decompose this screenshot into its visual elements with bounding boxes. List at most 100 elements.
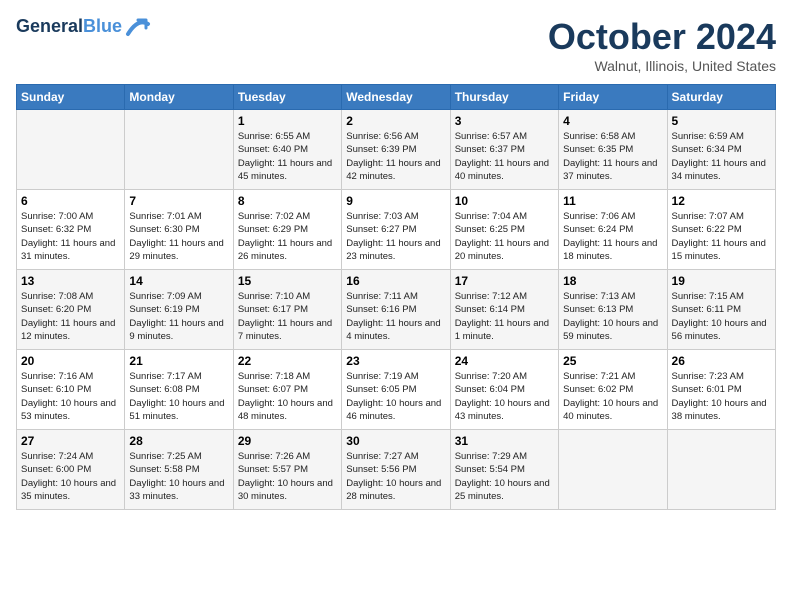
day-number: 9 — [346, 194, 445, 208]
logo: GeneralBlue — [16, 16, 152, 38]
day-info: Sunrise: 7:04 AM Sunset: 6:25 PM Dayligh… — [455, 210, 554, 263]
calendar-cell: 30 Sunrise: 7:27 AM Sunset: 5:56 PM Dayli… — [342, 430, 450, 510]
calendar-cell: 17 Sunrise: 7:12 AM Sunset: 6:14 PM Dayli… — [450, 270, 558, 350]
calendar-cell: 20Sunrise: 7:16 AM Sunset: 6:10 PM Dayli… — [17, 350, 125, 430]
day-number: 30 — [346, 434, 445, 448]
logo-icon — [124, 16, 152, 38]
day-info: Sunrise: 7:11 AM Sunset: 6:16 PM Dayligh… — [346, 290, 445, 343]
calendar-cell: 28 Sunrise: 7:25 AM Sunset: 5:58 PM Dayli… — [125, 430, 233, 510]
day-number: 23 — [346, 354, 445, 368]
day-info: Sunrise: 6:55 AM Sunset: 6:40 PM Dayligh… — [238, 130, 337, 183]
calendar-cell: 5 Sunrise: 6:59 AM Sunset: 6:34 PM Daylig… — [667, 110, 775, 190]
day-number: 25 — [563, 354, 662, 368]
day-number: 5 — [672, 114, 771, 128]
day-number: 17 — [455, 274, 554, 288]
calendar-cell: 2 Sunrise: 6:56 AM Sunset: 6:39 PM Daylig… — [342, 110, 450, 190]
day-number: 24 — [455, 354, 554, 368]
calendar-cell: 31Sunrise: 7:29 AM Sunset: 5:54 PM Dayli… — [450, 430, 558, 510]
day-number: 14 — [129, 274, 228, 288]
weekday-header: Thursday — [450, 85, 558, 110]
calendar-cell — [17, 110, 125, 190]
day-info: Sunrise: 7:10 AM Sunset: 6:17 PM Dayligh… — [238, 290, 337, 343]
day-info: Sunrise: 6:58 AM Sunset: 6:35 PM Dayligh… — [563, 130, 662, 183]
day-number: 12 — [672, 194, 771, 208]
month-title: October 2024 — [548, 16, 776, 58]
calendar-table: SundayMondayTuesdayWednesdayThursdayFrid… — [16, 84, 776, 510]
calendar-week-row: 1 Sunrise: 6:55 AM Sunset: 6:40 PM Daylig… — [17, 110, 776, 190]
day-number: 8 — [238, 194, 337, 208]
calendar-cell: 15 Sunrise: 7:10 AM Sunset: 6:17 PM Dayli… — [233, 270, 341, 350]
weekday-header: Saturday — [667, 85, 775, 110]
day-info: Sunrise: 7:23 AM Sunset: 6:01 PM Dayligh… — [672, 370, 771, 423]
day-info: Sunrise: 7:00 AM Sunset: 6:32 PM Dayligh… — [21, 210, 120, 263]
day-number: 20 — [21, 354, 120, 368]
day-info: Sunrise: 7:24 AM Sunset: 6:00 PM Dayligh… — [21, 450, 120, 503]
weekday-header: Friday — [559, 85, 667, 110]
location: Walnut, Illinois, United States — [548, 58, 776, 74]
calendar-cell: 3 Sunrise: 6:57 AM Sunset: 6:37 PM Daylig… — [450, 110, 558, 190]
calendar-week-row: 13Sunrise: 7:08 AM Sunset: 6:20 PM Dayli… — [17, 270, 776, 350]
day-info: Sunrise: 7:09 AM Sunset: 6:19 PM Dayligh… — [129, 290, 228, 343]
day-info: Sunrise: 7:02 AM Sunset: 6:29 PM Dayligh… — [238, 210, 337, 263]
day-info: Sunrise: 7:26 AM Sunset: 5:57 PM Dayligh… — [238, 450, 337, 503]
day-info: Sunrise: 7:19 AM Sunset: 6:05 PM Dayligh… — [346, 370, 445, 423]
day-info: Sunrise: 6:56 AM Sunset: 6:39 PM Dayligh… — [346, 130, 445, 183]
day-info: Sunrise: 6:57 AM Sunset: 6:37 PM Dayligh… — [455, 130, 554, 183]
day-info: Sunrise: 6:59 AM Sunset: 6:34 PM Dayligh… — [672, 130, 771, 183]
logo-text: GeneralBlue — [16, 17, 122, 37]
day-info: Sunrise: 7:18 AM Sunset: 6:07 PM Dayligh… — [238, 370, 337, 423]
day-number: 18 — [563, 274, 662, 288]
calendar-cell: 12 Sunrise: 7:07 AM Sunset: 6:22 PM Dayli… — [667, 190, 775, 270]
calendar-cell — [559, 430, 667, 510]
calendar-cell: 24 Sunrise: 7:20 AM Sunset: 6:04 PM Dayli… — [450, 350, 558, 430]
calendar-header-row: SundayMondayTuesdayWednesdayThursdayFrid… — [17, 85, 776, 110]
calendar-cell: 8 Sunrise: 7:02 AM Sunset: 6:29 PM Daylig… — [233, 190, 341, 270]
calendar-week-row: 27 Sunrise: 7:24 AM Sunset: 6:00 PM Dayli… — [17, 430, 776, 510]
day-number: 2 — [346, 114, 445, 128]
day-info: Sunrise: 7:06 AM Sunset: 6:24 PM Dayligh… — [563, 210, 662, 263]
calendar-cell: 26 Sunrise: 7:23 AM Sunset: 6:01 PM Dayli… — [667, 350, 775, 430]
day-info: Sunrise: 7:08 AM Sunset: 6:20 PM Dayligh… — [21, 290, 120, 343]
calendar-cell: 18 Sunrise: 7:13 AM Sunset: 6:13 PM Dayli… — [559, 270, 667, 350]
day-number: 6 — [21, 194, 120, 208]
day-info: Sunrise: 7:29 AM Sunset: 5:54 PM Dayligh… — [455, 450, 554, 503]
day-number: 3 — [455, 114, 554, 128]
day-number: 21 — [129, 354, 228, 368]
day-number: 28 — [129, 434, 228, 448]
calendar-cell: 14 Sunrise: 7:09 AM Sunset: 6:19 PM Dayli… — [125, 270, 233, 350]
day-number: 19 — [672, 274, 771, 288]
header: GeneralBlue October 2024 Walnut, Illinoi… — [16, 16, 776, 74]
day-number: 1 — [238, 114, 337, 128]
weekday-header: Sunday — [17, 85, 125, 110]
day-number: 26 — [672, 354, 771, 368]
weekday-header: Tuesday — [233, 85, 341, 110]
day-info: Sunrise: 7:01 AM Sunset: 6:30 PM Dayligh… — [129, 210, 228, 263]
calendar-cell: 13Sunrise: 7:08 AM Sunset: 6:20 PM Dayli… — [17, 270, 125, 350]
calendar-cell: 11Sunrise: 7:06 AM Sunset: 6:24 PM Dayli… — [559, 190, 667, 270]
day-number: 29 — [238, 434, 337, 448]
day-info: Sunrise: 7:12 AM Sunset: 6:14 PM Dayligh… — [455, 290, 554, 343]
day-info: Sunrise: 7:27 AM Sunset: 5:56 PM Dayligh… — [346, 450, 445, 503]
day-number: 27 — [21, 434, 120, 448]
weekday-header: Wednesday — [342, 85, 450, 110]
day-info: Sunrise: 7:07 AM Sunset: 6:22 PM Dayligh… — [672, 210, 771, 263]
day-number: 10 — [455, 194, 554, 208]
day-info: Sunrise: 7:13 AM Sunset: 6:13 PM Dayligh… — [563, 290, 662, 343]
day-info: Sunrise: 7:21 AM Sunset: 6:02 PM Dayligh… — [563, 370, 662, 423]
day-number: 16 — [346, 274, 445, 288]
calendar-cell: 22 Sunrise: 7:18 AM Sunset: 6:07 PM Dayli… — [233, 350, 341, 430]
calendar-cell: 23 Sunrise: 7:19 AM Sunset: 6:05 PM Dayli… — [342, 350, 450, 430]
day-info: Sunrise: 7:20 AM Sunset: 6:04 PM Dayligh… — [455, 370, 554, 423]
calendar-cell: 1 Sunrise: 6:55 AM Sunset: 6:40 PM Daylig… — [233, 110, 341, 190]
day-info: Sunrise: 7:25 AM Sunset: 5:58 PM Dayligh… — [129, 450, 228, 503]
day-number: 15 — [238, 274, 337, 288]
calendar-cell — [125, 110, 233, 190]
calendar-week-row: 20Sunrise: 7:16 AM Sunset: 6:10 PM Dayli… — [17, 350, 776, 430]
day-number: 22 — [238, 354, 337, 368]
calendar-cell: 10 Sunrise: 7:04 AM Sunset: 6:25 PM Dayli… — [450, 190, 558, 270]
calendar-week-row: 6 Sunrise: 7:00 AM Sunset: 6:32 PM Daylig… — [17, 190, 776, 270]
calendar-cell: 6 Sunrise: 7:00 AM Sunset: 6:32 PM Daylig… — [17, 190, 125, 270]
calendar-cell: 25 Sunrise: 7:21 AM Sunset: 6:02 PM Dayli… — [559, 350, 667, 430]
calendar-cell: 16 Sunrise: 7:11 AM Sunset: 6:16 PM Dayli… — [342, 270, 450, 350]
calendar-cell: 29 Sunrise: 7:26 AM Sunset: 5:57 PM Dayli… — [233, 430, 341, 510]
